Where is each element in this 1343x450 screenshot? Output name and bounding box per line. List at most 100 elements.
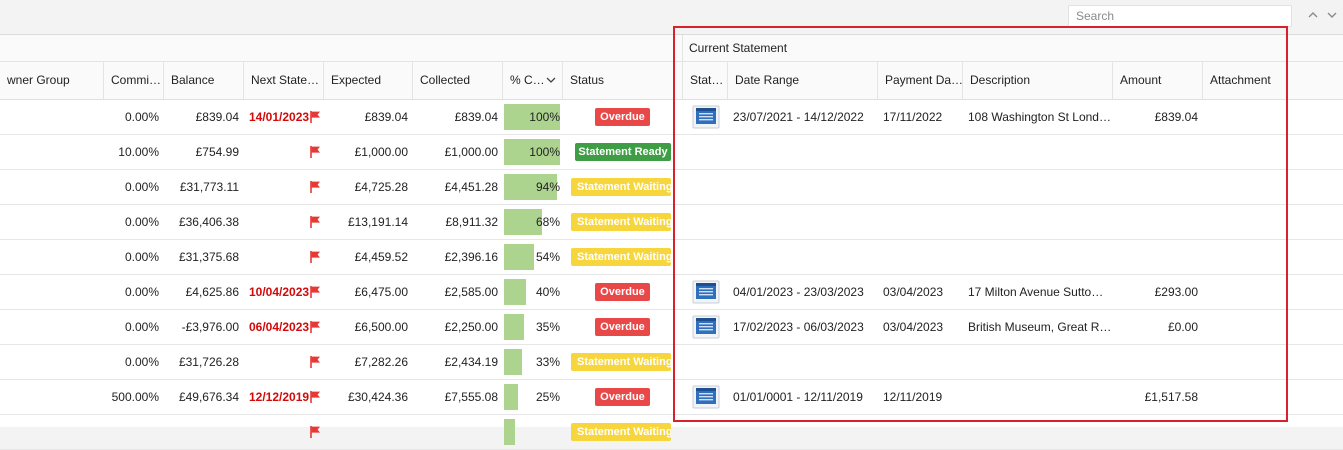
flag-icon[interactable] (309, 250, 323, 264)
cell-expected: £6,475.00 (354, 285, 408, 299)
cell-percent: 25% (535, 390, 560, 404)
chevron-up-icon[interactable] (1305, 6, 1321, 24)
status-badge: Statement Waiting (571, 213, 671, 231)
cell-balance (163, 415, 243, 449)
header-amount[interactable]: Amount (1112, 62, 1202, 99)
cell-expected: £30,424.36 (347, 390, 408, 404)
header-owner-group[interactable]: wner Group (0, 62, 103, 99)
table-row[interactable]: 10.00% £754.99 £1,000.00 £1,000.00 100% … (0, 135, 1343, 170)
cell-payment-date: 12/11/2019 (883, 390, 943, 404)
cell-amount (1112, 205, 1202, 239)
cell-balance: £31,773.11 (179, 180, 239, 194)
cell-date-range (727, 415, 877, 449)
cell-date-range: 23/07/2021 - 14/12/2022 (733, 110, 864, 124)
statement-document-icon[interactable] (692, 104, 720, 130)
cell-date-range (727, 240, 877, 274)
cell-collected (412, 415, 502, 449)
cell-balance: £754.99 (195, 145, 239, 159)
cell-balance: £49,676.34 (178, 390, 239, 404)
status-badge: Overdue (595, 318, 650, 336)
search-input[interactable] (1068, 5, 1292, 27)
header-description[interactable]: Description (962, 62, 1112, 99)
cell-payment-date (877, 170, 962, 204)
status-badge: Statement Waiting (571, 178, 671, 196)
cell-commission: 0.00% (124, 285, 159, 299)
grid-toolbar (0, 0, 1343, 35)
cell-next-statement-date: 06/04/2023 (249, 320, 310, 334)
chevron-down-icon[interactable] (1324, 6, 1340, 24)
cell-percent: 94% (535, 180, 560, 194)
cell-amount: £293.00 (1154, 285, 1198, 299)
flag-icon[interactable] (309, 215, 323, 229)
header-status[interactable]: Status (562, 62, 682, 99)
table-row[interactable]: 500.00% £49,676.34 12/12/2019 £30,424.36… (0, 380, 1343, 415)
table-row[interactable]: 0.00% £31,773.11 £4,725.28 £4,451.28 94%… (0, 170, 1343, 205)
flag-icon[interactable] (309, 390, 323, 404)
cell-date-range (727, 135, 877, 169)
header-balance[interactable]: Balance (163, 62, 243, 99)
cell-description (962, 380, 1112, 414)
flag-icon[interactable] (309, 425, 323, 439)
cell-collected: £839.04 (454, 110, 498, 124)
cell-balance: £31,375.68 (178, 250, 239, 264)
status-badge: Overdue (595, 108, 650, 126)
status-badge: Statement Waiting (571, 248, 671, 266)
cell-next-statement-date: 10/04/2023 (249, 285, 310, 299)
cell-commission: 10.00% (118, 145, 159, 159)
cell-amount (1112, 415, 1202, 449)
table-row[interactable]: 0.00% £36,406.38 £13,191.14 £8,911.32 68… (0, 205, 1343, 240)
sort-chevron-down-icon[interactable] (546, 62, 556, 99)
cell-collected: £2,434.19 (444, 355, 498, 369)
header-attachment[interactable]: Attachment (1202, 62, 1343, 99)
cell-commission: 0.00% (124, 355, 159, 369)
table-row[interactable]: 0.00% £31,375.68 £4,459.52 £2,396.16 54%… (0, 240, 1343, 275)
table-row[interactable]: 0.00% £4,625.86 10/04/2023 £6,475.00 £2,… (0, 275, 1343, 310)
header-statement-icon[interactable]: Stat… (682, 62, 727, 99)
header-next-statement[interactable]: Next State… (243, 62, 323, 99)
cell-next-statement-date: 12/12/2019 (249, 390, 310, 404)
table-row[interactable]: 0.00% £31,726.28 £7,282.26 £2,434.19 33%… (0, 345, 1343, 380)
cell-payment-date (877, 415, 962, 449)
table-row[interactable]: 0.00% £839.04 14/01/2023 £839.04 £839.04… (0, 100, 1343, 135)
table-row[interactable]: Statement Waiting (0, 415, 1343, 450)
header-percent-collected[interactable]: % C… (502, 62, 562, 99)
cell-payment-date: 03/04/2023 (883, 285, 944, 299)
statement-document-icon[interactable] (692, 314, 720, 340)
flag-icon[interactable] (309, 355, 323, 369)
cell-commission: 0.00% (124, 180, 159, 194)
cell-percent: 100% (529, 145, 560, 159)
flag-icon[interactable] (309, 285, 323, 299)
cell-payment-date: 17/11/2022 (883, 110, 943, 124)
header-commission[interactable]: Commi… (103, 62, 163, 99)
table-row[interactable]: 0.00% -£3,976.00 06/04/2023 £6,500.00 £2… (0, 310, 1343, 345)
status-badge: Statement Waiting (571, 423, 671, 441)
status-badge: Statement Ready (575, 143, 671, 161)
header-collected[interactable]: Collected (412, 62, 502, 99)
header-expected[interactable]: Expected (323, 62, 412, 99)
cell-commission: 0.00% (124, 215, 159, 229)
cell-collected: £2,250.00 (444, 320, 498, 334)
statement-document-icon[interactable] (692, 384, 720, 410)
cell-amount (1112, 240, 1202, 274)
header-date-range[interactable]: Date Range (727, 62, 877, 99)
cell-description (962, 415, 1112, 449)
cell-next-statement-date (243, 205, 313, 239)
cell-date-range (727, 345, 877, 379)
cell-percent (504, 415, 560, 449)
statement-document-icon[interactable] (692, 279, 720, 305)
status-badge: Statement Waiting (571, 353, 671, 371)
cell-date-range: 01/01/0001 - 12/11/2019 (733, 390, 863, 404)
flag-icon[interactable] (309, 180, 323, 194)
cell-payment-date: 03/04/2023 (883, 320, 944, 334)
flag-icon[interactable] (309, 110, 323, 124)
cell-expected: £6,500.00 (354, 320, 408, 334)
cell-commission: 0.00% (124, 250, 159, 264)
cell-amount (1112, 135, 1202, 169)
header-payment-date[interactable]: Payment Da… (877, 62, 962, 99)
cell-next-statement-date: 14/01/2023 (249, 110, 310, 124)
cell-next-statement-date (243, 345, 313, 379)
status-badge: Overdue (595, 283, 650, 301)
cell-description (962, 345, 1112, 379)
flag-icon[interactable] (309, 145, 323, 159)
flag-icon[interactable] (309, 320, 323, 334)
